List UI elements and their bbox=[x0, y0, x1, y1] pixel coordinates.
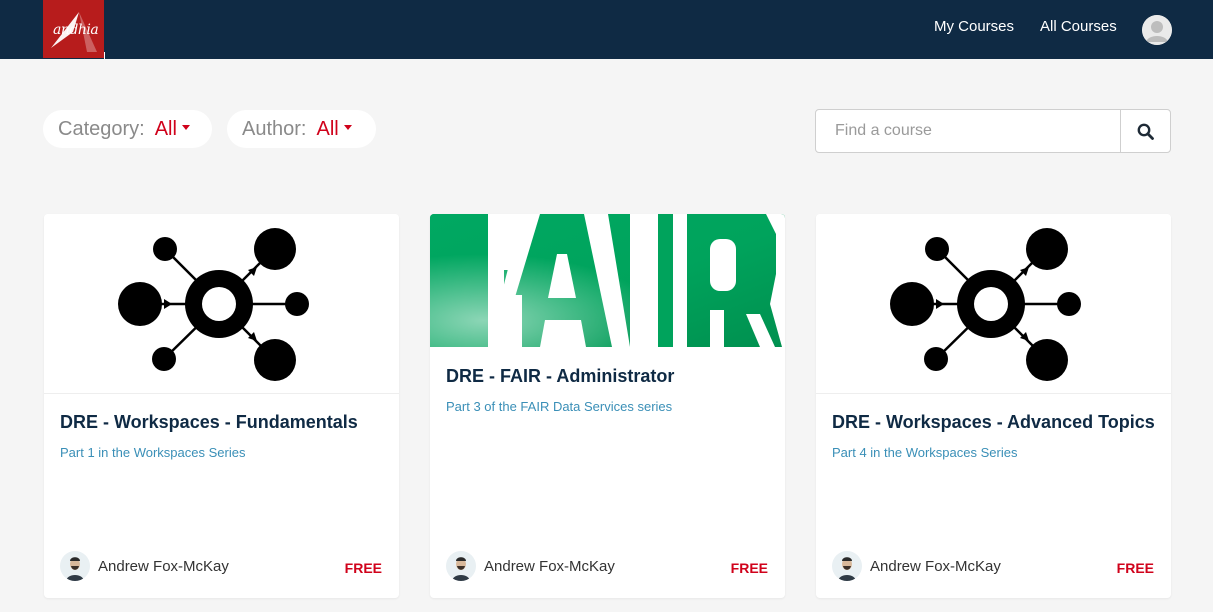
course-subtitle: Part 1 in the Workspaces Series bbox=[60, 445, 246, 460]
author-avatar bbox=[60, 551, 90, 581]
fair-logo bbox=[430, 214, 785, 347]
network-hub-icon bbox=[890, 228, 1081, 381]
course-card[interactable]: DRE - Workspaces - Advanced Topics Part … bbox=[816, 214, 1171, 598]
author-filter[interactable]: Author: All bbox=[227, 110, 376, 148]
logo-text: andhia bbox=[53, 22, 99, 38]
category-filter-value: All bbox=[154, 117, 177, 140]
author-filter-label: Author: bbox=[242, 117, 307, 140]
course-price: FREE bbox=[1116, 560, 1154, 576]
logo-divider bbox=[104, 52, 105, 59]
author-photo-icon bbox=[60, 551, 90, 581]
top-navbar: andhia My Courses All Courses bbox=[0, 0, 1213, 59]
course-price: FREE bbox=[730, 560, 768, 576]
course-author: Andrew Fox-McKay bbox=[60, 551, 229, 581]
course-card[interactable]: DRE - FAIR - Administrator Part 3 of the… bbox=[430, 214, 785, 598]
course-subtitle: Part 3 of the FAIR Data Services series bbox=[446, 399, 673, 414]
author-name: Andrew Fox-McKay bbox=[484, 557, 615, 575]
category-filter-label: Category: bbox=[58, 117, 145, 140]
course-title[interactable]: DRE - Workspaces - Advanced Topics bbox=[832, 412, 1155, 433]
brand-logo[interactable]: andhia bbox=[43, 0, 104, 58]
search-input[interactable] bbox=[816, 110, 1120, 152]
caret-down-icon bbox=[343, 124, 352, 130]
author-name: Andrew Fox-McKay bbox=[98, 557, 229, 575]
course-image bbox=[44, 214, 399, 394]
course-search bbox=[815, 109, 1171, 153]
user-avatar[interactable] bbox=[1142, 15, 1172, 45]
course-subtitle: Part 4 in the Workspaces Series bbox=[832, 445, 1018, 460]
user-silhouette-icon bbox=[1142, 15, 1172, 45]
author-avatar bbox=[832, 551, 862, 581]
course-author: Andrew Fox-McKay bbox=[446, 551, 615, 581]
caret-down-icon bbox=[181, 124, 190, 130]
author-filter-value: All bbox=[316, 117, 339, 140]
course-image bbox=[816, 214, 1171, 394]
course-image bbox=[430, 214, 785, 347]
course-title[interactable]: DRE - Workspaces - Fundamentals bbox=[60, 412, 358, 433]
nav-my-courses[interactable]: My Courses bbox=[934, 18, 1014, 35]
network-hub-icon bbox=[118, 228, 309, 381]
course-title[interactable]: DRE - FAIR - Administrator bbox=[446, 366, 674, 387]
course-author: Andrew Fox-McKay bbox=[832, 551, 1001, 581]
author-avatar bbox=[446, 551, 476, 581]
search-button[interactable] bbox=[1120, 110, 1170, 152]
course-card[interactable]: DRE - Workspaces - Fundamentals Part 1 i… bbox=[44, 214, 399, 598]
nav-all-courses[interactable]: All Courses bbox=[1040, 18, 1117, 35]
search-icon bbox=[1137, 123, 1154, 140]
author-name: Andrew Fox-McKay bbox=[870, 557, 1001, 575]
course-price: FREE bbox=[344, 560, 382, 576]
author-photo-icon bbox=[446, 551, 476, 581]
category-filter[interactable]: Category: All bbox=[43, 110, 212, 148]
author-photo-icon bbox=[832, 551, 862, 581]
